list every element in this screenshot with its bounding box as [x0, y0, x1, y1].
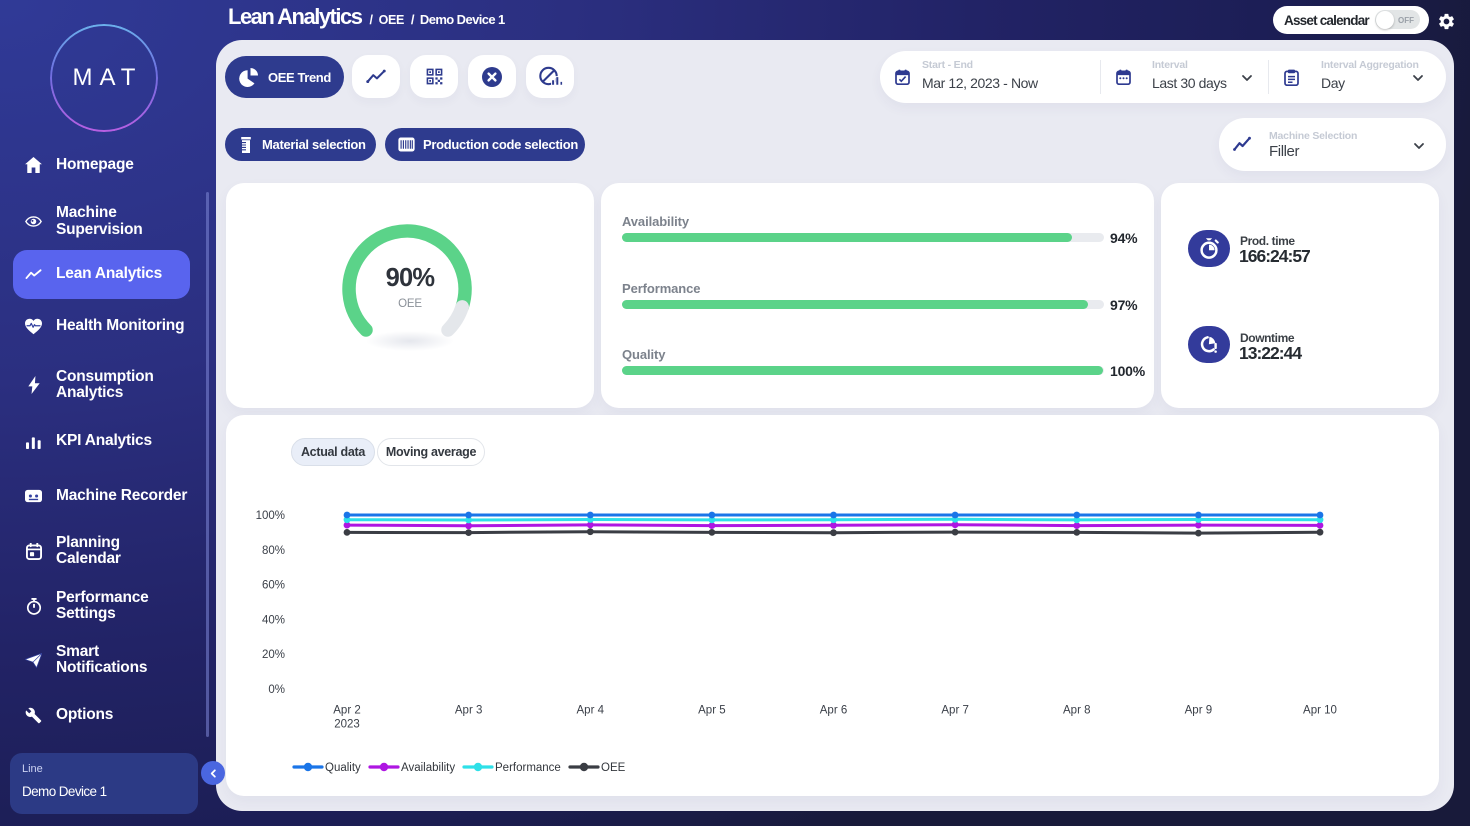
- svg-text:0%: 0%: [268, 684, 285, 696]
- svg-text:Apr 3: Apr 3: [455, 705, 483, 717]
- svg-text:Apr 2: Apr 2: [333, 705, 361, 717]
- svg-text:Apr 9: Apr 9: [1185, 705, 1213, 717]
- svg-text:100%: 100%: [256, 510, 285, 522]
- svg-text:Apr 8: Apr 8: [1063, 705, 1091, 717]
- svg-text:Apr 4: Apr 4: [577, 705, 605, 717]
- svg-text:Quality: Quality: [325, 762, 361, 774]
- svg-text:OEE: OEE: [601, 762, 626, 774]
- svg-text:2023: 2023: [334, 719, 360, 731]
- svg-text:Apr 10: Apr 10: [1303, 705, 1337, 717]
- svg-text:Performance: Performance: [495, 762, 561, 774]
- svg-text:Apr 7: Apr 7: [941, 705, 969, 717]
- svg-text:40%: 40%: [262, 614, 285, 626]
- svg-text:Apr 5: Apr 5: [698, 705, 726, 717]
- svg-text:Availability: Availability: [401, 762, 455, 774]
- svg-text:20%: 20%: [262, 649, 285, 661]
- svg-text:60%: 60%: [262, 580, 285, 592]
- svg-text:80%: 80%: [262, 545, 285, 557]
- svg-text:Apr 6: Apr 6: [820, 705, 848, 717]
